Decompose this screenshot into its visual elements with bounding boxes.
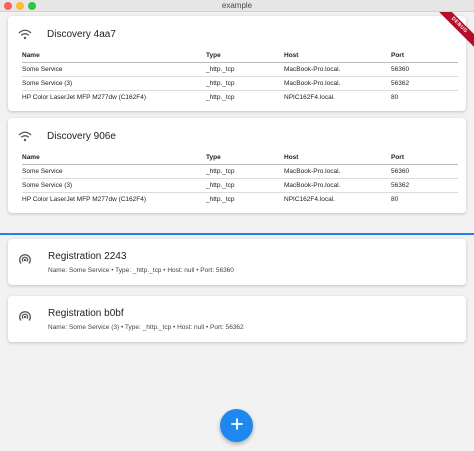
- service-name: Some Service: [22, 62, 206, 77]
- service-host: NPIC162F4.local.: [284, 195, 335, 203]
- service-port: 80: [391, 195, 399, 203]
- add-registration-button[interactable]: [220, 409, 253, 442]
- plus-icon: [230, 417, 243, 435]
- registration-card: Registration b0bf Name: Some Service (3)…: [8, 296, 466, 342]
- column-header-host: Host: [284, 50, 391, 63]
- service-name: HP Color LaserJet MFP M277dw (C162F4): [22, 93, 147, 101]
- service-host: NPIC162F4.local.: [284, 93, 335, 101]
- column-header-port: Port: [391, 50, 458, 63]
- discovery-title: Discovery 906e: [47, 130, 116, 142]
- discoveries-panel[interactable]: Discovery 4aa7 Name Type Host Port Some …: [0, 12, 474, 233]
- service-type: _http._tcp: [206, 164, 284, 179]
- discovery-card: Discovery 4aa7 Name Type Host Port Some …: [8, 16, 466, 111]
- broadcast-icon: [18, 253, 32, 267]
- service-type: _http._tcp: [206, 62, 284, 77]
- registration-title: Registration 2243: [48, 251, 127, 262]
- service-type: _http._tcp: [206, 178, 284, 193]
- wifi-icon: [18, 130, 32, 142]
- registration-card: Registration 2243 Name: Some Service • T…: [8, 239, 466, 285]
- window-title: example: [221, 1, 253, 10]
- column-header-host: Host: [284, 152, 391, 165]
- column-header-type: Type: [206, 152, 284, 165]
- service-port: 56360: [391, 62, 458, 77]
- table-row: Some Service (3) _http._tcp MacBook-Pro.…: [22, 76, 458, 91]
- column-header-type: Type: [206, 50, 284, 63]
- service-port: 80: [391, 93, 399, 101]
- service-type: _http._tcp: [206, 195, 235, 203]
- service-host: MacBook-Pro.local.: [284, 164, 391, 179]
- registration-details: Name: Some Service • Type: _http._tcp • …: [48, 267, 234, 274]
- column-header-name: Name: [22, 152, 206, 165]
- window-titlebar: example: [0, 0, 474, 12]
- service-host: MacBook-Pro.local.: [284, 76, 391, 91]
- service-host: MacBook-Pro.local.: [284, 178, 391, 193]
- service-port: 56360: [391, 164, 458, 179]
- services-table: Name Type Host Port Some Service _http._…: [22, 50, 458, 104]
- column-header-name: Name: [22, 50, 206, 63]
- registration-details: Name: Some Service (3) • Type: _http._tc…: [48, 324, 244, 331]
- table-row: Some Service _http._tcp MacBook-Pro.loca…: [22, 164, 458, 179]
- service-host: MacBook-Pro.local.: [284, 62, 391, 77]
- service-name: Some Service (3): [22, 178, 206, 193]
- table-row: HP Color LaserJet MFP M277dw (C162F4) _h…: [22, 192, 458, 206]
- discovery-card: Discovery 906e Name Type Host Port Some …: [8, 118, 466, 213]
- service-port: 56362: [391, 76, 458, 91]
- discovery-title: Discovery 4aa7: [47, 28, 116, 40]
- table-row: HP Color LaserJet MFP M277dw (C162F4) _h…: [22, 90, 458, 104]
- services-table: Name Type Host Port Some Service _http._…: [22, 152, 458, 206]
- table-row: Some Service _http._tcp MacBook-Pro.loca…: [22, 62, 458, 77]
- wifi-icon: [18, 28, 32, 40]
- service-name: Some Service (3): [22, 76, 206, 91]
- registration-title: Registration b0bf: [48, 308, 124, 319]
- service-name: Some Service: [22, 164, 206, 179]
- column-header-port: Port: [391, 152, 458, 165]
- service-type: _http._tcp: [206, 76, 284, 91]
- table-row: Some Service (3) _http._tcp MacBook-Pro.…: [22, 178, 458, 193]
- service-port: 56362: [391, 178, 458, 193]
- service-name: HP Color LaserJet MFP M277dw (C162F4): [22, 195, 147, 203]
- service-type: _http._tcp: [206, 93, 235, 101]
- broadcast-icon: [18, 310, 32, 324]
